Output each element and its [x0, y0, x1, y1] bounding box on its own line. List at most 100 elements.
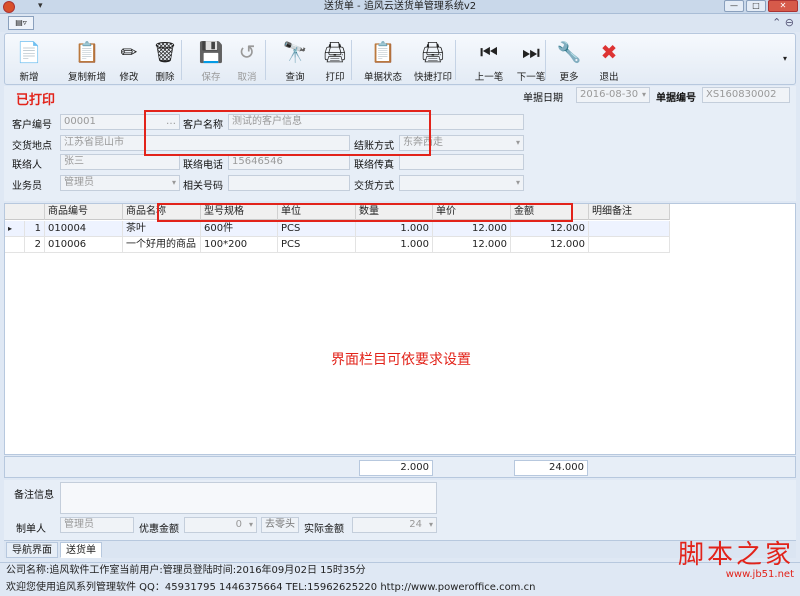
sum-qty: 2.000 [359, 460, 433, 476]
cell-amount[interactable]: 12.000 [511, 237, 589, 253]
edit-icon: ✏ [120, 40, 138, 64]
maker-field[interactable]: 管理员 [60, 517, 134, 533]
doc-date-field[interactable]: 2016-08-30 ▾ [576, 87, 650, 103]
print-button[interactable]: 🖨 打印 [315, 36, 355, 84]
delete-icon: 🗑 [152, 40, 178, 64]
cell-spec[interactable]: 100*200 [201, 237, 278, 253]
status-bar-welcome: 欢迎您使用追风系列管理软件 QQ：45931795 1446375664 TEL… [0, 579, 800, 596]
exit-icon: ✖ [600, 40, 618, 64]
sales-label: 业务员 [12, 181, 42, 192]
discount-label: 优惠金额 [139, 524, 179, 535]
delete-button[interactable]: 🗑 删除 [145, 36, 185, 84]
exit-button[interactable]: ✖ 退出 [589, 36, 629, 84]
more-icon: 🔧 [556, 40, 582, 64]
cancel-label: 取消 [237, 72, 257, 83]
actual-field[interactable]: 24 ▾ [352, 517, 437, 533]
maximize-button[interactable]: □ [746, 0, 766, 12]
discount-field[interactable]: 0 ▾ [184, 517, 257, 533]
cell-price[interactable]: 12.000 [433, 237, 511, 253]
print-label: 打印 [325, 72, 345, 83]
remark-label: 备注信息 [14, 490, 54, 501]
cancel-button[interactable]: ↺ 取消 [227, 36, 267, 84]
quick-print-label: 快捷打印 [413, 72, 452, 83]
ref-field[interactable] [228, 175, 350, 191]
quick-print-button[interactable]: 🖨 快捷打印 [409, 36, 457, 84]
cust-no-label: 客户编号 [12, 120, 52, 131]
more-button[interactable]: 🔧 更多 [549, 36, 589, 84]
doc-no-field[interactable]: XS160830002 [702, 87, 790, 103]
deliver-label: 交货地点 [12, 141, 52, 152]
query-button[interactable]: 🔭 查询 [275, 36, 315, 84]
doc-date-label: 单据日期 [523, 93, 563, 104]
save-icon: 💾 [198, 40, 224, 64]
cell-code[interactable]: 010004 [45, 221, 123, 237]
deliv-method-select[interactable]: ▾ [399, 175, 524, 191]
cell-name[interactable]: 一个好用的商品 [123, 237, 201, 253]
row-index: 1 [25, 221, 45, 237]
exit-label: 退出 [599, 72, 619, 83]
new-icon: 📄 [16, 40, 42, 64]
row-marker-icon [5, 237, 25, 253]
title-bar: ▾ 送货单 - 追风云送货单管理系统v2 — □ ✕ [0, 0, 800, 14]
cell-name[interactable]: 茶叶 [123, 221, 201, 237]
header-form: 已打印 单据日期 2016-08-30 ▾ 单据编号 XS160830002 客户… [4, 86, 796, 201]
edit-button[interactable]: ✏ 修改 [109, 36, 149, 84]
cell-note[interactable] [589, 237, 670, 253]
remark-field[interactable] [60, 482, 437, 514]
cell-spec[interactable]: 600件 [201, 221, 278, 237]
status-stamp: 已打印 [16, 93, 56, 108]
tab-navigation[interactable]: 导航界面 [6, 542, 58, 558]
phone-label: 联络电话 [183, 160, 223, 171]
highlight-box-customer [144, 110, 431, 156]
grid-corner [5, 204, 45, 220]
contact-field[interactable]: 张三 [60, 154, 180, 170]
actual-label: 实际金额 [304, 524, 344, 535]
cell-unit[interactable]: PCS [278, 221, 356, 237]
copy-new-button[interactable]: 📋 复制新增 [63, 36, 111, 84]
cancel-icon: ↺ [238, 40, 256, 64]
next-button[interactable]: ⏭ 下一笔 [507, 36, 555, 84]
cell-qty[interactable]: 1.000 [356, 237, 433, 253]
row-marker-icon: ▸ [5, 221, 25, 237]
doc-status-button[interactable]: 📋 单据状态 [359, 36, 407, 84]
prev-label: 上一笔 [474, 72, 504, 83]
cell-unit[interactable]: PCS [278, 237, 356, 253]
col-header[interactable]: 明细备注 [589, 204, 670, 220]
row-index: 2 [25, 237, 45, 253]
tab-delivery-note[interactable]: 送货单 [60, 542, 102, 558]
copy-new-icon: 📋 [74, 40, 100, 64]
annotation-note: 界面栏目可依要求设置 [331, 352, 471, 368]
fax-field[interactable] [399, 154, 524, 170]
detail-grid: 商品编号 商品名称 型号规格 单位 数量 单价 金额 明细备注 ▸ 1 0100… [4, 203, 796, 455]
new-button[interactable]: 📄 新增 [9, 36, 49, 84]
cell-price[interactable]: 12.000 [433, 221, 511, 237]
footer-form: 备注信息 制单人 管理员 优惠金额 0 ▾ 去零头 实际金额 24 ▾ [4, 480, 796, 540]
cell-amount[interactable]: 12.000 [511, 221, 589, 237]
cell-qty[interactable]: 1.000 [356, 221, 433, 237]
ribbon-tab-bar: ▤▿ ⌃ ⊖ [0, 14, 800, 32]
sales-select[interactable]: 管理员 ▾ [60, 175, 180, 191]
deliv-method-label: 交货方式 [354, 181, 394, 192]
cell-code[interactable]: 010006 [45, 237, 123, 253]
quick-print-icon: 🖨 [420, 40, 446, 64]
round-off-button[interactable]: 去零头 [261, 517, 299, 533]
toolbar-dropdown-icon[interactable]: ▾ [783, 54, 787, 63]
phone-field[interactable]: 15646546 [228, 154, 350, 170]
prev-button[interactable]: ⏮ 上一笔 [465, 36, 513, 84]
app-menu-button[interactable]: ▤▿ [8, 16, 34, 30]
edit-label: 修改 [119, 72, 139, 83]
print-icon: 🖨 [322, 40, 348, 64]
watermark-url: www.jb51.net [725, 569, 794, 580]
ribbon-collapse-icon[interactable]: ⌃ ⊖ [772, 16, 794, 29]
close-button[interactable]: ✕ [768, 0, 798, 12]
minimize-button[interactable]: — [724, 0, 744, 12]
query-label: 查询 [285, 72, 305, 83]
watermark: 脚本之家 www.jb51.net [678, 540, 794, 580]
doc-status-label: 单据状态 [363, 72, 402, 83]
col-header[interactable]: 商品编号 [45, 204, 123, 220]
table-row[interactable]: ▸ 1 010004 茶叶 600件 PCS 1.000 12.000 12.0… [5, 221, 670, 237]
save-button[interactable]: 💾 保存 [191, 36, 231, 84]
table-row[interactable]: 2 010006 一个好用的商品 100*200 PCS 1.000 12.00… [5, 237, 670, 253]
save-label: 保存 [201, 72, 221, 83]
cell-note[interactable] [589, 221, 670, 237]
